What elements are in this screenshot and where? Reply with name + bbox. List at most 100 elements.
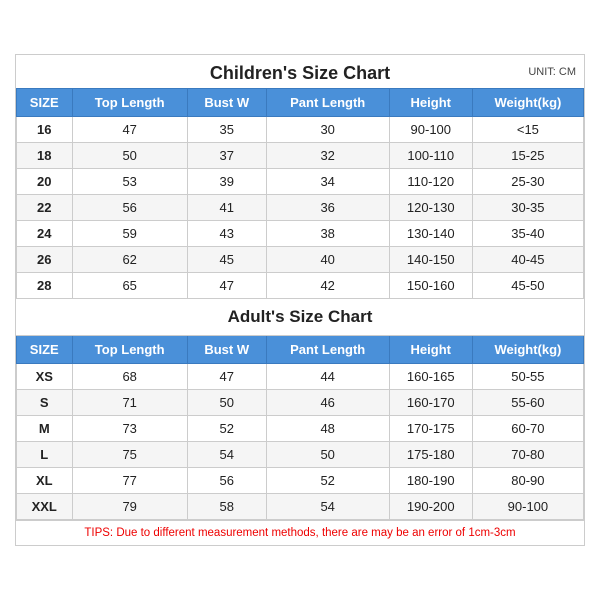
table-cell: 45-50 — [472, 273, 583, 299]
adult-col-weight: Weight(kg) — [472, 336, 583, 364]
table-cell: 160-165 — [389, 364, 472, 390]
table-cell: 42 — [266, 273, 389, 299]
table-row: 24594338130-14035-40 — [17, 221, 584, 247]
table-cell: 170-175 — [389, 416, 472, 442]
table-cell: 110-120 — [389, 169, 472, 195]
table-cell: 68 — [72, 364, 187, 390]
children-header-row: SIZE Top Length Bust W Pant Length Heigh… — [17, 89, 584, 117]
adult-title-row: Adult's Size Chart — [17, 299, 584, 336]
table-cell: 50 — [187, 390, 266, 416]
table-cell: 47 — [187, 364, 266, 390]
col-weight: Weight(kg) — [472, 89, 583, 117]
table-cell: S — [17, 390, 73, 416]
table-cell: 45 — [187, 247, 266, 273]
table-row: 22564136120-13030-35 — [17, 195, 584, 221]
adult-col-pant-length: Pant Length — [266, 336, 389, 364]
table-cell: 130-140 — [389, 221, 472, 247]
table-cell: 58 — [187, 494, 266, 520]
table-row: 28654742150-16045-50 — [17, 273, 584, 299]
table-cell: 46 — [266, 390, 389, 416]
table-cell: 52 — [187, 416, 266, 442]
table-cell: 160-170 — [389, 390, 472, 416]
children-chart-title: Children's Size Chart — [210, 63, 390, 83]
table-row: XS684744160-16550-55 — [17, 364, 584, 390]
table-cell: 55-60 — [472, 390, 583, 416]
table-cell: 15-25 — [472, 143, 583, 169]
adult-header-row: SIZE Top Length Bust W Pant Length Heigh… — [17, 336, 584, 364]
table-cell: 34 — [266, 169, 389, 195]
table-cell: 80-90 — [472, 468, 583, 494]
adult-chart-title: Adult's Size Chart — [17, 299, 584, 336]
table-cell: 35 — [187, 117, 266, 143]
adult-col-bust-w: Bust W — [187, 336, 266, 364]
table-cell: 43 — [187, 221, 266, 247]
col-height: Height — [389, 89, 472, 117]
table-cell: 150-160 — [389, 273, 472, 299]
col-top-length: Top Length — [72, 89, 187, 117]
col-size: SIZE — [17, 89, 73, 117]
table-cell: 40 — [266, 247, 389, 273]
table-cell: 38 — [266, 221, 389, 247]
table-cell: 65 — [72, 273, 187, 299]
size-chart-container: Children's Size Chart UNIT: CM SIZE Top … — [15, 54, 585, 546]
table-row: 20533934110-12025-30 — [17, 169, 584, 195]
table-cell: 20 — [17, 169, 73, 195]
table-cell: 50 — [72, 143, 187, 169]
table-row: S715046160-17055-60 — [17, 390, 584, 416]
adult-col-top-length: Top Length — [72, 336, 187, 364]
table-cell: 40-45 — [472, 247, 583, 273]
table-cell: M — [17, 416, 73, 442]
table-cell: 50-55 — [472, 364, 583, 390]
table-cell: 44 — [266, 364, 389, 390]
table-cell: 62 — [72, 247, 187, 273]
unit-label: UNIT: CM — [528, 66, 576, 78]
table-cell: 79 — [72, 494, 187, 520]
table-row: 26624540140-15040-45 — [17, 247, 584, 273]
children-size-table: SIZE Top Length Bust W Pant Length Heigh… — [16, 88, 584, 520]
table-cell: 50 — [266, 442, 389, 468]
table-cell: 90-100 — [472, 494, 583, 520]
table-cell: 25-30 — [472, 169, 583, 195]
table-cell: 48 — [266, 416, 389, 442]
table-cell: 140-150 — [389, 247, 472, 273]
table-cell: 54 — [187, 442, 266, 468]
table-cell: 36 — [266, 195, 389, 221]
col-bust-w: Bust W — [187, 89, 266, 117]
table-cell: XS — [17, 364, 73, 390]
table-cell: 56 — [187, 468, 266, 494]
table-cell: L — [17, 442, 73, 468]
table-cell: 24 — [17, 221, 73, 247]
table-cell: 28 — [17, 273, 73, 299]
table-cell: 32 — [266, 143, 389, 169]
table-cell: 22 — [17, 195, 73, 221]
table-cell: 54 — [266, 494, 389, 520]
table-cell: 53 — [72, 169, 187, 195]
table-cell: <15 — [472, 117, 583, 143]
table-row: XL775652180-19080-90 — [17, 468, 584, 494]
table-cell: 75 — [72, 442, 187, 468]
table-cell: 30-35 — [472, 195, 583, 221]
table-cell: 18 — [17, 143, 73, 169]
adult-col-size: SIZE — [17, 336, 73, 364]
table-row: 1647353090-100<15 — [17, 117, 584, 143]
table-cell: 120-130 — [389, 195, 472, 221]
table-cell: 30 — [266, 117, 389, 143]
table-cell: 47 — [72, 117, 187, 143]
table-cell: 73 — [72, 416, 187, 442]
table-cell: 90-100 — [389, 117, 472, 143]
table-cell: 26 — [17, 247, 73, 273]
table-cell: 70-80 — [472, 442, 583, 468]
table-row: 18503732100-11015-25 — [17, 143, 584, 169]
table-cell: 37 — [187, 143, 266, 169]
table-cell: XL — [17, 468, 73, 494]
table-cell: 190-200 — [389, 494, 472, 520]
table-cell: 77 — [72, 468, 187, 494]
table-cell: 52 — [266, 468, 389, 494]
table-cell: XXL — [17, 494, 73, 520]
table-row: XXL795854190-20090-100 — [17, 494, 584, 520]
table-cell: 16 — [17, 117, 73, 143]
table-cell: 100-110 — [389, 143, 472, 169]
children-title-row: Children's Size Chart UNIT: CM — [16, 55, 584, 88]
table-cell: 175-180 — [389, 442, 472, 468]
table-cell: 59 — [72, 221, 187, 247]
